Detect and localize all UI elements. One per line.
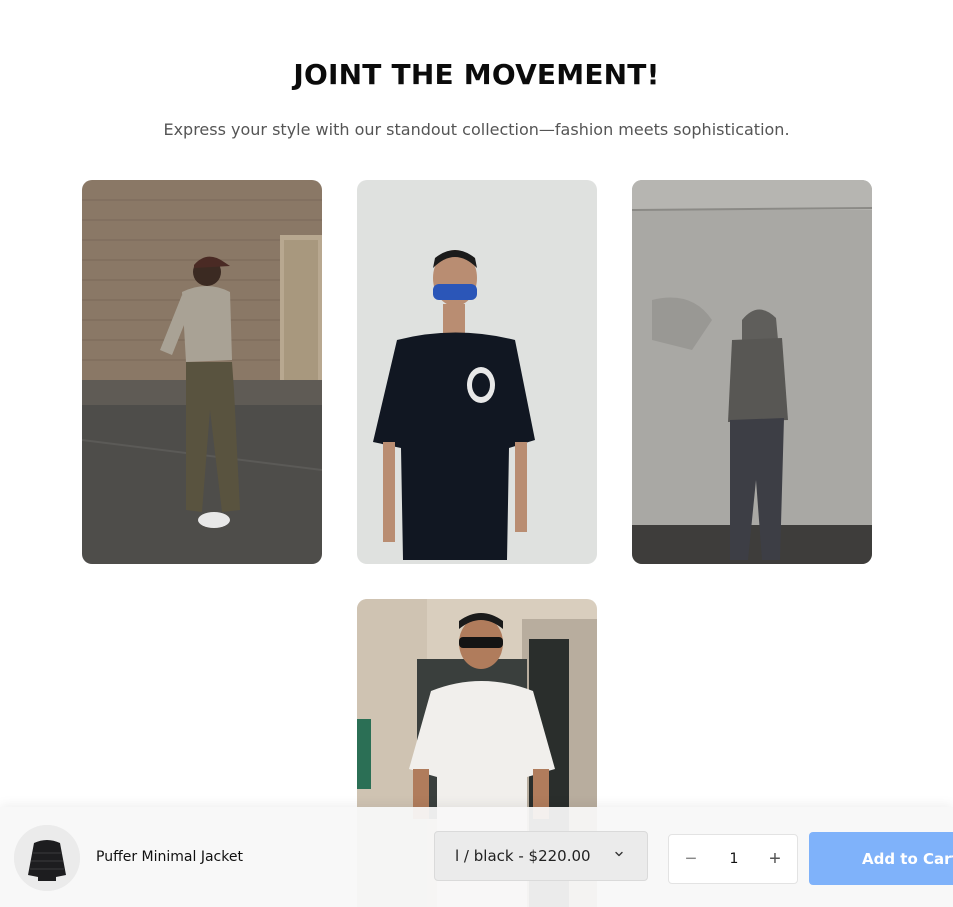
section-subtitle: Express your style with our standout col… [163,120,790,139]
section-title: JOINT THE MOVEMENT! [293,58,660,91]
puffer-jacket-thumbnail-icon [14,825,80,891]
gallery-photo-1[interactable] [82,180,322,564]
add-to-cart-button[interactable]: Add to Cart [809,832,953,885]
product-name: Puffer Minimal Jacket [96,849,243,865]
chevron-down-icon [615,851,623,857]
gallery-photo-2[interactable] [357,180,597,564]
woman-black-tee-photo [357,180,597,564]
quantity-increase-button[interactable]: + [753,835,797,883]
quantity-value[interactable]: 1 [713,835,755,883]
quantity-decrease-button[interactable]: − [669,835,713,883]
variant-select[interactable]: l / black - $220.00 [434,831,648,881]
man-brick-wall-photo [82,180,322,564]
product-thumbnail [14,825,80,891]
quantity-stepper: − 1 + [668,834,798,884]
hooded-figure-concrete-photo [632,180,872,564]
gallery-photo-3[interactable] [632,180,872,564]
sticky-add-to-cart-bar: Puffer Minimal Jacket l / black - $220.0… [0,807,953,907]
variant-selected-value: l / black - $220.00 [455,847,591,865]
